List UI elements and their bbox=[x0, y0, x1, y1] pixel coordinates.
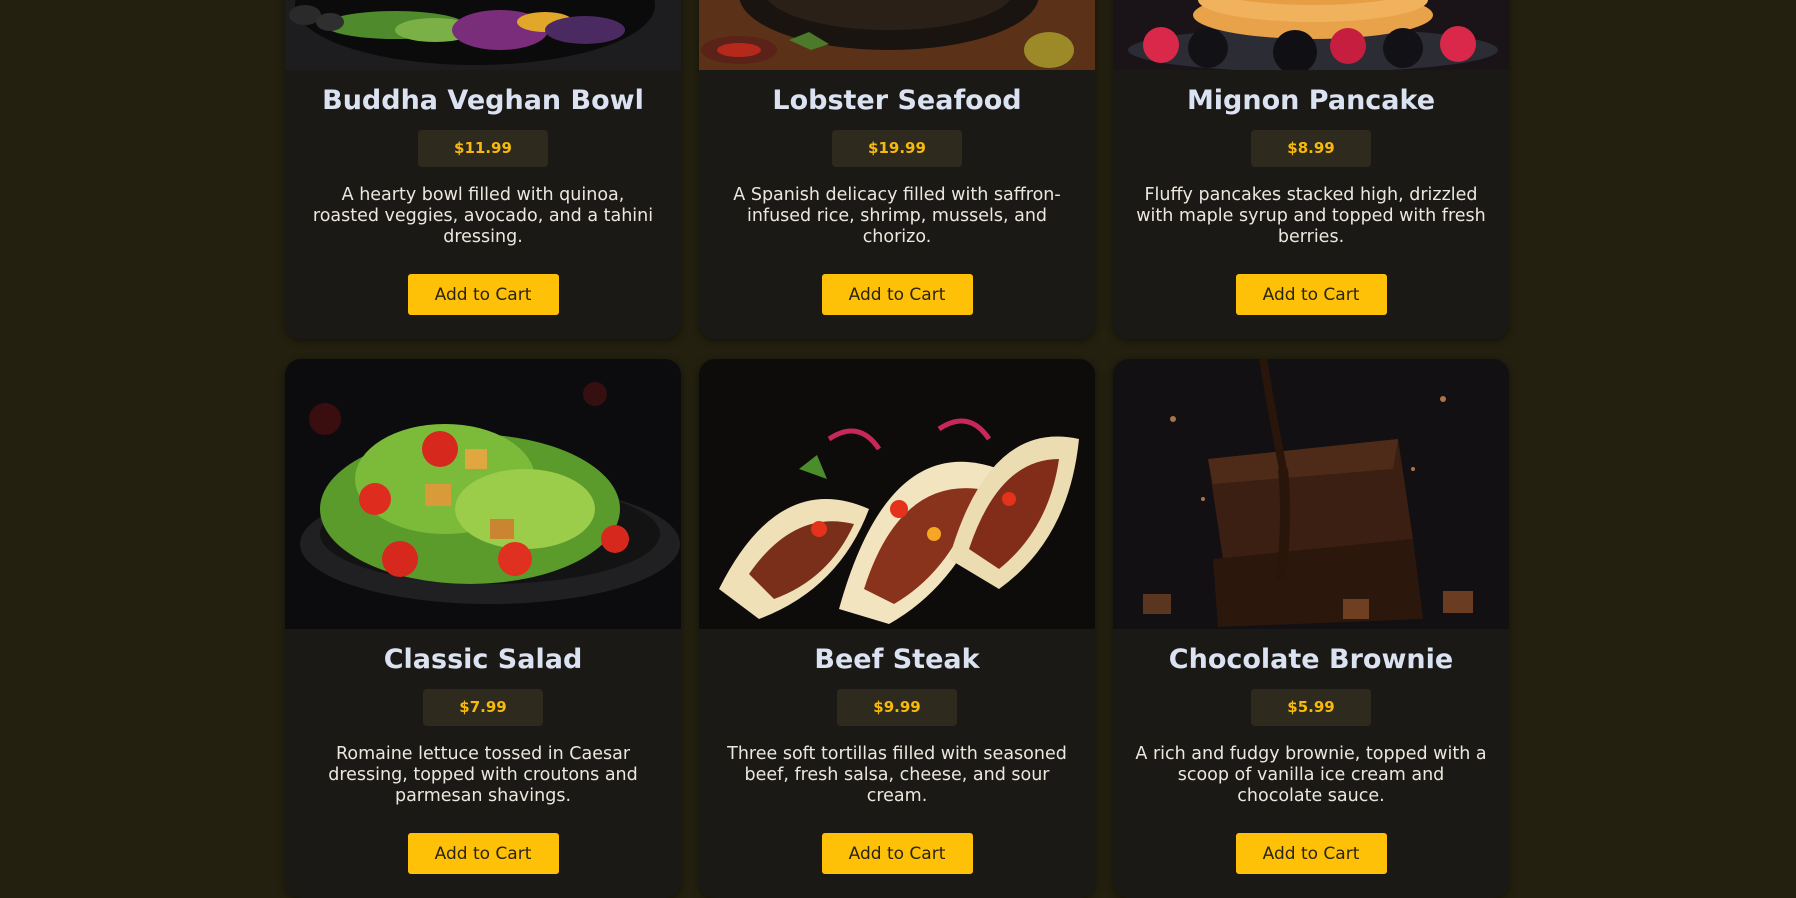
menu-card-beef-steak: Beef Steak $9.99 Three soft tortillas fi… bbox=[699, 359, 1095, 898]
menu-card-mignon-pancake: Mignon Pancake $8.99 Fluffy pancakes sta… bbox=[1113, 0, 1509, 339]
add-to-cart-button[interactable]: Add to Cart bbox=[821, 274, 973, 315]
menu-grid: Buddha Veghan Bowl $11.99 A hearty bowl … bbox=[285, 0, 1509, 898]
salad-photo bbox=[285, 359, 681, 629]
item-description: Three soft tortillas filled with seasone… bbox=[727, 744, 1067, 806]
add-to-cart-button[interactable]: Add to Cart bbox=[407, 274, 559, 315]
add-to-cart-button[interactable]: Add to Cart bbox=[821, 833, 973, 874]
item-name: Beef Steak bbox=[814, 644, 980, 675]
pancake-photo bbox=[1113, 0, 1509, 70]
item-name: Buddha Veghan Bowl bbox=[322, 85, 644, 116]
item-description: Romaine lettuce tossed in Caesar dressin… bbox=[328, 744, 638, 806]
price-badge: $9.99 bbox=[837, 689, 957, 726]
paella-photo bbox=[699, 0, 1095, 70]
item-description: A rich and fudgy brownie, topped with a … bbox=[1135, 744, 1487, 806]
item-description: A Spanish delicacy filled with saffron-i… bbox=[733, 185, 1061, 247]
add-to-cart-button[interactable]: Add to Cart bbox=[1235, 274, 1387, 315]
tacos-photo bbox=[699, 359, 1095, 629]
price-badge: $7.99 bbox=[423, 689, 543, 726]
price-badge: $5.99 bbox=[1251, 689, 1371, 726]
item-name: Classic Salad bbox=[383, 644, 583, 675]
price-badge: $19.99 bbox=[832, 130, 962, 167]
menu-card-chocolate-brownie: Chocolate Brownie $5.99 A rich and fudgy… bbox=[1113, 359, 1509, 898]
item-name: Lobster Seafood bbox=[772, 85, 1022, 116]
menu-card-buddha-bowl: Buddha Veghan Bowl $11.99 A hearty bowl … bbox=[285, 0, 681, 339]
menu-card-lobster-seafood: Lobster Seafood $19.99 A Spanish delicac… bbox=[699, 0, 1095, 339]
add-to-cart-button[interactable]: Add to Cart bbox=[1235, 833, 1387, 874]
menu-card-classic-salad: Classic Salad $7.99 Romaine lettuce toss… bbox=[285, 359, 681, 898]
price-badge: $8.99 bbox=[1251, 130, 1371, 167]
item-name: Mignon Pancake bbox=[1186, 85, 1436, 116]
item-description: A hearty bowl filled with quinoa, roaste… bbox=[312, 185, 654, 247]
price-badge: $11.99 bbox=[418, 130, 548, 167]
buddha-bowl-photo bbox=[285, 0, 681, 70]
add-to-cart-button[interactable]: Add to Cart bbox=[407, 833, 559, 874]
brownie-photo bbox=[1113, 359, 1509, 629]
item-name: Chocolate Brownie bbox=[1168, 644, 1454, 675]
item-description: Fluffy pancakes stacked high, drizzled w… bbox=[1136, 185, 1486, 247]
